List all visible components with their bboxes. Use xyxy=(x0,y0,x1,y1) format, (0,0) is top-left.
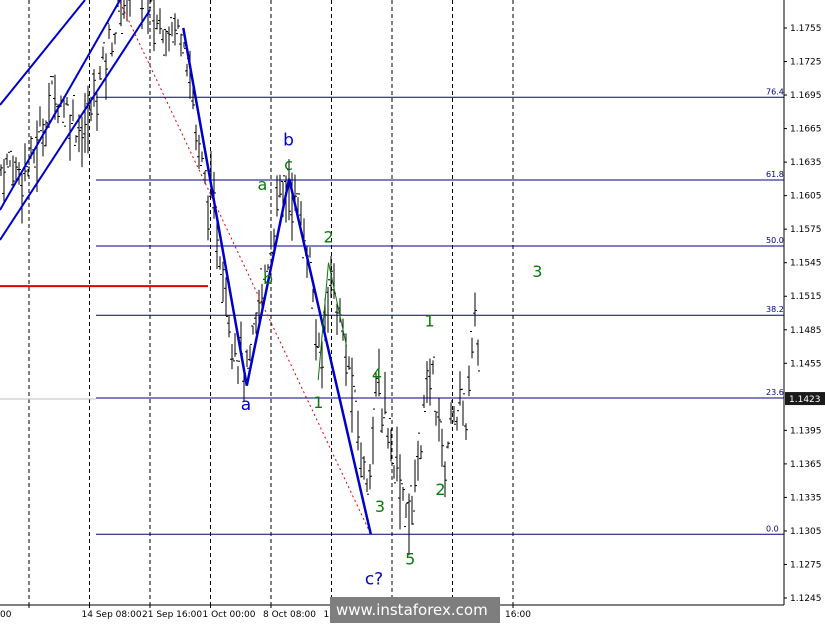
y-tick-label: 1.1605 xyxy=(790,192,822,202)
fib-level-label: 50.0 xyxy=(766,236,784,245)
y-tick-label: 1.1635 xyxy=(790,158,822,168)
current-price-tag: 1.1423 xyxy=(785,392,825,406)
wave-label-green: 4 xyxy=(372,365,382,384)
y-tick-label: 1.1275 xyxy=(790,560,822,570)
fib-level-label: 61.8 xyxy=(766,170,784,179)
y-tick-label: 1.1665 xyxy=(790,125,822,135)
fib-level-label: 0.0 xyxy=(766,524,779,533)
x-tick-label: 00 xyxy=(0,610,12,620)
chart: 76.461.850.038.223.60.0 bac?acb21435123 … xyxy=(0,0,825,625)
wave-label-green: 2 xyxy=(323,228,333,247)
wave-label-blue: c? xyxy=(365,570,383,590)
wave-label-blue: b xyxy=(283,130,294,150)
y-tick-label: 1.1575 xyxy=(790,225,822,235)
current-price-label: 1.1423 xyxy=(789,395,821,405)
wave-label-green: 2 xyxy=(435,480,445,499)
y-tick-label: 1.1515 xyxy=(790,292,822,302)
y-tick-label: 1.1755 xyxy=(790,24,822,34)
x-tick-label: 1 Oct 00:00 xyxy=(203,610,256,620)
wave-label-green: 1 xyxy=(425,311,435,330)
watermark: www.instaforex.com xyxy=(330,597,500,623)
y-tick-label: 1.1725 xyxy=(790,58,822,68)
wave-label-green: c xyxy=(284,155,293,174)
fib-level-label: 38.2 xyxy=(766,305,784,314)
y-tick-label: 1.1485 xyxy=(790,326,822,336)
y-tick-label: 1.1245 xyxy=(790,594,822,604)
x-tick-label: 14 Sep 08:00 xyxy=(82,610,142,620)
wave-label-green: 5 xyxy=(405,549,415,568)
y-tick-label: 1.1335 xyxy=(790,493,822,503)
wave-label-green: b xyxy=(263,269,273,288)
wave-label-blue: a xyxy=(241,395,251,415)
watermark-text: www.instaforex.com xyxy=(336,601,488,619)
wave-label-green: 3 xyxy=(532,262,542,281)
wave-label-green: a xyxy=(258,175,268,194)
y-tick-label: 1.1395 xyxy=(790,426,822,436)
y-tick-label: 1.1695 xyxy=(790,91,822,101)
y-tick-label: 1.1365 xyxy=(790,460,822,470)
y-tick-label: 1.1305 xyxy=(790,527,822,537)
fib-level-label: 23.6 xyxy=(766,388,784,397)
wave-label-green: 1 xyxy=(313,393,323,412)
wave-label-green: 3 xyxy=(375,497,385,516)
x-tick-label: 8 Oct 08:00 xyxy=(263,610,316,620)
fib-level-label: 76.4 xyxy=(766,87,784,96)
x-tick-label: 21 Sep 16:00 xyxy=(142,610,202,620)
y-tick-label: 1.1455 xyxy=(790,359,822,369)
y-tick-label: 1.1545 xyxy=(790,259,822,269)
x-tick-label: 16:00 xyxy=(505,610,531,620)
